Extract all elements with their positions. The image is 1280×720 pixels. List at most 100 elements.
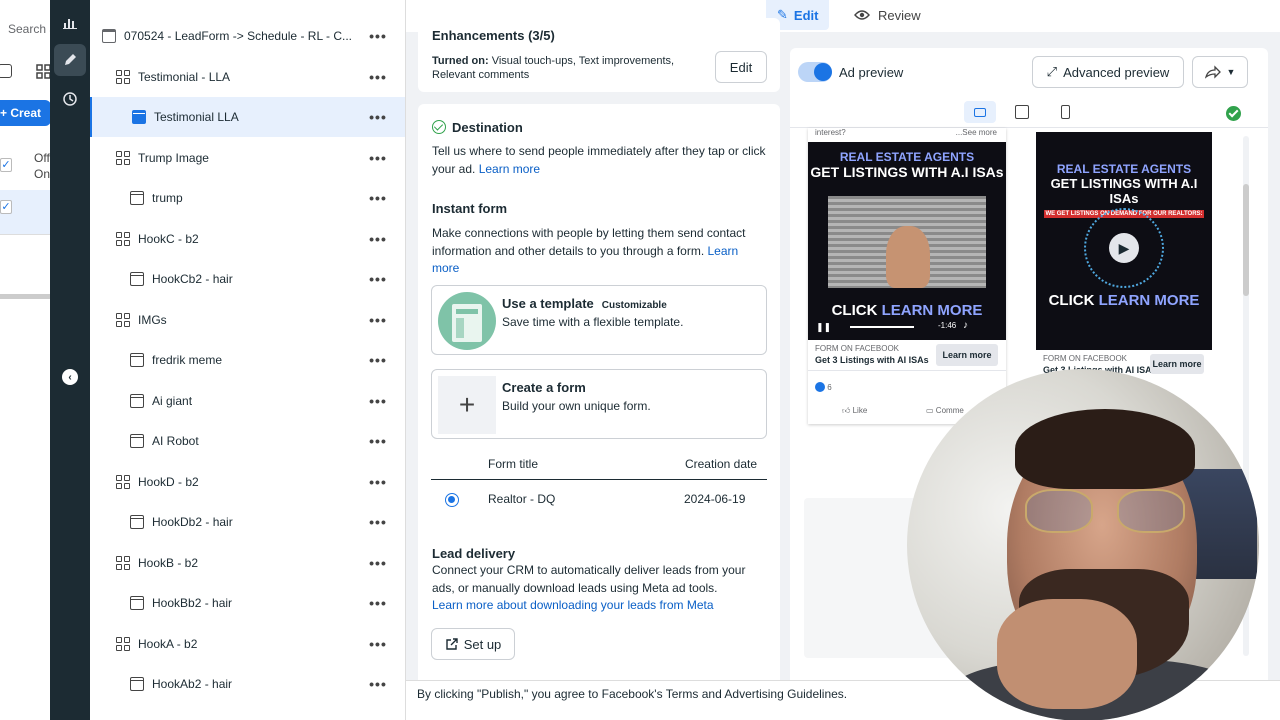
enhancements-description: Turned on: Visual touch-ups, Text improv… xyxy=(432,54,712,82)
adset-icon xyxy=(116,231,130,246)
tree-row-adset[interactable]: HookD - b2 ••• xyxy=(90,462,405,502)
search-input[interactable]: Search a xyxy=(8,22,51,36)
comment-icon: ▭ xyxy=(926,406,934,415)
more-options-icon[interactable]: ••• xyxy=(368,433,388,449)
creative-headline-1: REAL ESTATE AGENTS xyxy=(1056,162,1192,176)
learn-more-button[interactable]: Learn more xyxy=(1150,354,1204,374)
chevron-down-icon: ▼ xyxy=(1226,67,1236,77)
more-options-icon[interactable]: ••• xyxy=(368,636,388,652)
play-icon[interactable]: ▶ xyxy=(1109,233,1139,263)
setup-button[interactable]: Set up xyxy=(431,628,515,660)
tree-row-campaign[interactable]: 070524 - LeadForm -> Schedule - RL - C..… xyxy=(90,16,405,56)
tree-item-label: IMGs xyxy=(138,312,167,327)
learn-more-button[interactable]: Learn more xyxy=(936,344,998,366)
tree-item-label: Testimonial - LLA xyxy=(138,69,231,84)
more-options-icon[interactable]: ••• xyxy=(368,676,388,692)
more-options-icon[interactable]: ••• xyxy=(368,271,388,287)
tree-item-label: 070524 - LeadForm -> Schedule - RL - C..… xyxy=(124,29,352,43)
tree-row-adset[interactable]: HookB - b2 ••• xyxy=(90,543,405,583)
create-form-option[interactable]: + Create a form Build your own unique fo… xyxy=(431,369,767,439)
story-ad-preview[interactable]: REAL ESTATE AGENTS GET LISTINGS WITH A.I… xyxy=(1036,132,1212,378)
tree-row-ad[interactable]: trump ••• xyxy=(90,178,405,218)
creation-date-column-header: Creation date xyxy=(684,457,757,471)
like-button[interactable]: 👍︎ Like xyxy=(842,406,867,416)
more-options-icon[interactable]: ••• xyxy=(368,28,388,44)
tree-row-adset[interactable]: IMGs ••• xyxy=(90,300,405,340)
tree-row-ad[interactable]: fredrik meme ••• xyxy=(90,340,405,380)
tree-row-adset[interactable]: HookC - b2 ••• xyxy=(90,219,405,259)
advanced-preview-button[interactable]: ⤢ Advanced preview xyxy=(1032,56,1184,88)
bar-chart-icon[interactable] xyxy=(54,6,86,38)
more-options-icon[interactable]: ••• xyxy=(368,595,388,611)
tree-item-label: HookA - b2 xyxy=(138,636,198,651)
feed-ad-preview[interactable]: interest? ...See more REAL ESTATE AGENTS… xyxy=(808,128,1006,424)
more-options-icon[interactable]: ••• xyxy=(368,555,388,571)
more-options-icon[interactable]: ••• xyxy=(368,352,388,368)
tree-row-ad[interactable]: AI Robot ••• xyxy=(90,421,405,461)
export-icon[interactable] xyxy=(0,64,12,78)
destination-title: Destination xyxy=(432,120,523,135)
tree-row-adset[interactable]: Testimonial - LLA ••• xyxy=(90,57,405,97)
ad-video-creative[interactable]: REAL ESTATE AGENTS GET LISTINGS WITH A.I… xyxy=(808,142,1006,340)
use-template-option[interactable]: Use a template Customizable Save time wit… xyxy=(431,285,767,355)
chevron-left-icon[interactable]: ‹ xyxy=(62,369,78,385)
tree-item-label: Testimonial LLA xyxy=(154,110,239,124)
tree-row-ad[interactable]: HookBb2 - hair ••• xyxy=(90,583,405,623)
ad-footer-label: FORM ON FACEBOOK xyxy=(815,344,900,353)
tab-review[interactable]: Review xyxy=(846,0,929,30)
tree-row-adset[interactable]: HookA - b2 ••• xyxy=(90,624,405,664)
share-dropdown-button[interactable]: ▼ xyxy=(1192,56,1248,88)
adset-icon xyxy=(116,312,130,327)
more-options-icon[interactable]: ••• xyxy=(368,150,388,166)
destination-learn-more-link[interactable]: Learn more xyxy=(479,162,540,176)
campaign-icon xyxy=(102,29,116,43)
ad-icon xyxy=(130,434,144,448)
tree-row-ad[interactable]: Testimonial LLA ••• xyxy=(90,97,405,137)
more-options-icon[interactable]: ••• xyxy=(368,514,388,530)
webcam-overlay xyxy=(907,369,1259,720)
select-all-checkbox[interactable]: ✓ xyxy=(0,158,12,172)
tree-row-ad[interactable]: HookDb2 - hair ••• xyxy=(90,502,405,542)
enhancements-edit-button[interactable]: Edit xyxy=(715,51,767,83)
share-arrow-icon xyxy=(1204,65,1221,79)
more-options-icon[interactable]: ••• xyxy=(368,109,388,125)
ad-icon xyxy=(130,191,144,205)
more-options-icon[interactable]: ••• xyxy=(368,393,388,409)
plus-icon: + xyxy=(438,376,496,434)
comment-button[interactable]: ▭ Comme xyxy=(926,406,964,415)
horizontal-scrollbar[interactable] xyxy=(0,294,51,299)
pause-icon[interactable]: ❚❚ xyxy=(816,322,831,333)
tree-row-ad[interactable]: HookCb2 - hair ••• xyxy=(90,259,405,299)
more-options-icon[interactable]: ••• xyxy=(368,231,388,247)
campaign-row-checkbox[interactable]: ✓ xyxy=(0,200,12,214)
form-template-icon xyxy=(438,292,496,350)
tree-row-ad[interactable]: Ai giant ••• xyxy=(90,381,405,421)
creative-cta-1: CLICK xyxy=(831,302,878,319)
more-options-icon[interactable]: ••• xyxy=(368,190,388,206)
reaction-count: 6 xyxy=(815,382,832,392)
video-progress-bar[interactable] xyxy=(850,326,914,328)
see-more-link[interactable]: ...See more xyxy=(956,128,997,137)
ad-preview-toggle[interactable] xyxy=(798,62,832,82)
reaction-count-value: 6 xyxy=(827,383,832,392)
download-leads-link[interactable]: Learn more about downloading your leads … xyxy=(432,597,766,615)
ad-image-creative[interactable]: REAL ESTATE AGENTS GET LISTINGS WITH A.I… xyxy=(1036,132,1212,350)
instant-form-desc-text: Make connections with people by letting … xyxy=(432,226,746,258)
more-options-icon[interactable]: ••• xyxy=(368,312,388,328)
thumbs-up-icon: 👍︎ xyxy=(842,406,851,415)
form-title-column-header: Form title xyxy=(488,457,539,471)
responsive-icon[interactable] xyxy=(964,101,996,123)
mobile-icon[interactable] xyxy=(1049,101,1081,123)
form-radio-button[interactable] xyxy=(445,493,459,507)
tree-row-ad[interactable]: HookAb2 - hair ••• xyxy=(90,664,405,704)
pencil-icon[interactable] xyxy=(54,44,86,76)
editor-nav-strip: ‹ xyxy=(50,0,90,720)
volume-icon[interactable]: ♪ xyxy=(963,320,968,331)
tree-row-adset[interactable]: Trump Image ••• xyxy=(90,138,405,178)
more-options-icon[interactable]: ••• xyxy=(368,69,388,85)
table-row[interactable]: Realtor - DQ 2024-06-19 xyxy=(431,484,767,514)
more-options-icon[interactable]: ••• xyxy=(368,474,388,490)
history-clock-icon[interactable] xyxy=(54,83,86,115)
create-button[interactable]: + Creat xyxy=(0,100,51,126)
desktop-icon[interactable] xyxy=(1006,101,1038,123)
